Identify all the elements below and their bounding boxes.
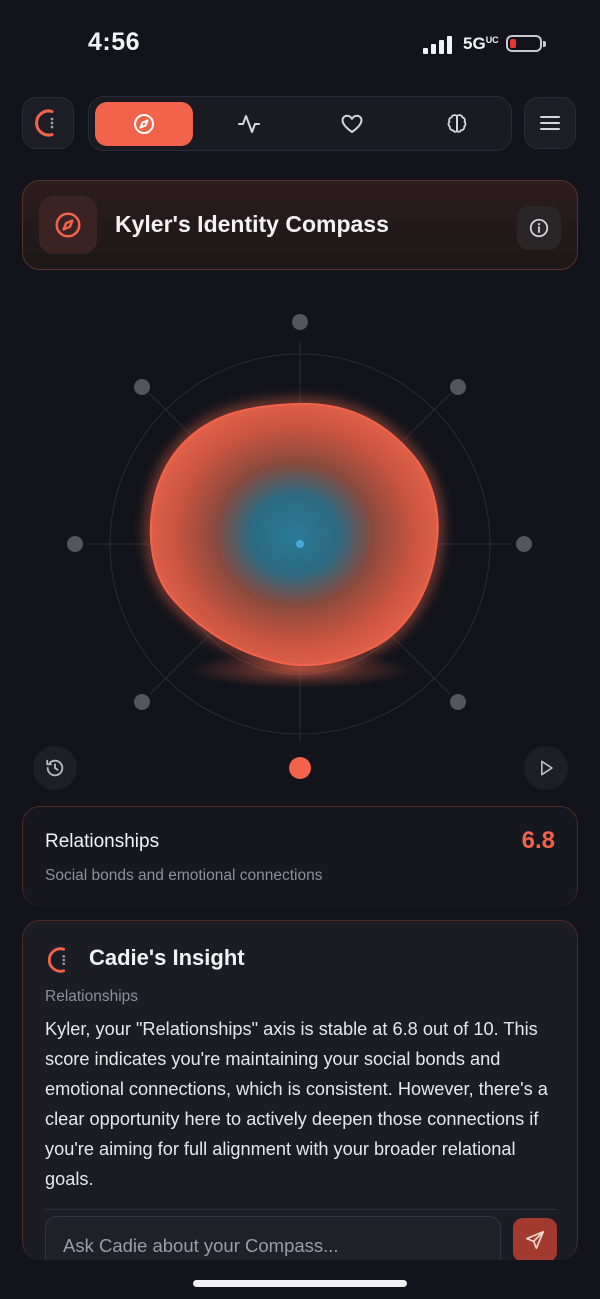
- page-title: Kyler's Identity Compass: [115, 211, 389, 237]
- status-time: 4:56: [88, 28, 141, 56]
- send-button[interactable]: [513, 1218, 557, 1260]
- brain-icon: [447, 114, 467, 133]
- axis-name: Relationships: [45, 831, 160, 852]
- activity-icon: [238, 115, 260, 133]
- tab-compass[interactable]: [95, 102, 193, 146]
- tab-heart[interactable]: [303, 102, 401, 146]
- axis-score: 6.8: [521, 827, 555, 854]
- compass-header-card: Kyler's Identity Compass: [22, 180, 578, 270]
- cadie-logo-icon: [35, 109, 54, 137]
- insight-body: Kyler, your "Relationships" axis is stab…: [45, 1019, 548, 1189]
- axis-description: Social bonds and emotional connections: [45, 867, 323, 884]
- signal-icon: [423, 36, 452, 54]
- axis-node[interactable]: [516, 536, 532, 552]
- send-icon: [525, 1230, 545, 1250]
- history-icon: [46, 759, 64, 777]
- info-icon: [529, 218, 549, 238]
- divider: [45, 1209, 557, 1210]
- axis-node[interactable]: [292, 314, 308, 330]
- axis-node[interactable]: [67, 536, 83, 552]
- compass-icon: [55, 212, 81, 238]
- main-tab-bar: [88, 96, 512, 151]
- menu-button[interactable]: [524, 97, 576, 149]
- axis-detail-card[interactable]: Relationships 6.8 Social bonds and emoti…: [22, 806, 578, 906]
- play-button[interactable]: [524, 746, 568, 790]
- compass-center-dot: [296, 540, 304, 548]
- home-indicator[interactable]: [193, 1280, 407, 1287]
- axis-node[interactable]: [134, 694, 150, 710]
- battery-icon: [506, 35, 546, 52]
- compass-icon: [134, 114, 154, 134]
- insight-category: Relationships: [45, 988, 139, 1005]
- tab-activity[interactable]: [200, 102, 298, 146]
- network-indicator: 5GUC: [463, 34, 499, 53]
- history-button[interactable]: [33, 746, 77, 790]
- tab-brain[interactable]: [408, 102, 506, 146]
- cadie-logo-icon: [47, 947, 66, 973]
- info-button[interactable]: [517, 206, 561, 250]
- header-compass-badge: [39, 196, 97, 254]
- insight-card: Cadie's Insight Relationships Kyler, you…: [22, 920, 578, 1260]
- cadie-logo-button[interactable]: [22, 97, 74, 149]
- insight-title: Cadie's Insight: [89, 945, 245, 970]
- axis-node-selected[interactable]: [289, 757, 311, 779]
- axis-node[interactable]: [450, 694, 466, 710]
- heart-icon: [341, 114, 363, 133]
- ask-cadie-input[interactable]: [45, 1216, 501, 1260]
- play-icon: [541, 760, 553, 776]
- identity-compass-visual: [67, 314, 532, 779]
- axis-node[interactable]: [450, 379, 466, 395]
- axis-node[interactable]: [134, 379, 150, 395]
- hamburger-icon: [540, 116, 560, 130]
